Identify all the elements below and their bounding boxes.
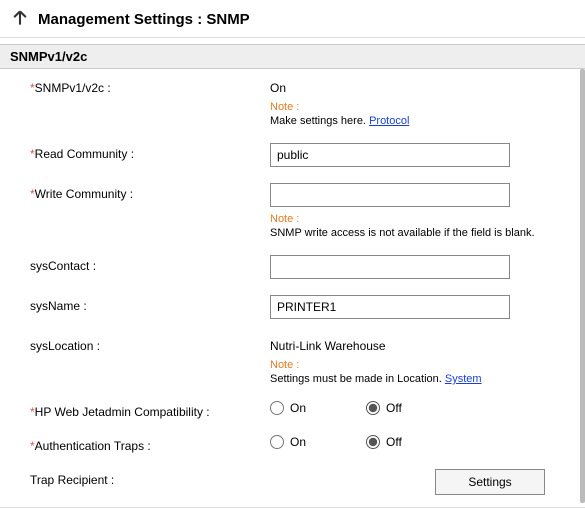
auth-traps-radio-group: On Off xyxy=(270,435,565,449)
hp-compat-on-option[interactable]: On xyxy=(270,401,306,415)
row-hp-compat: *HP Web Jetadmin Compatibility : On Off xyxy=(10,393,575,427)
row-auth-traps: *Authentication Traps : On Off xyxy=(10,427,575,461)
read-community-input[interactable] xyxy=(270,143,510,167)
label-hp-compat: *HP Web Jetadmin Compatibility : xyxy=(10,401,270,419)
label-sys-name: sysName : xyxy=(10,295,270,313)
row-sys-contact: sysContact : xyxy=(10,247,575,287)
row-sys-location: sysLocation : Nutri-Link Warehouse Note … xyxy=(10,327,575,393)
auth-traps-on-radio[interactable] xyxy=(270,435,284,449)
hp-compat-off-option[interactable]: Off xyxy=(366,401,402,415)
row-trap-recipient: Trap Recipient : Settings xyxy=(10,461,575,503)
section-title: SNMPv1/v2c xyxy=(0,44,585,69)
form-content: *SNMPv1/v2c : On Note : Make settings he… xyxy=(0,69,585,503)
system-link[interactable]: System xyxy=(445,373,482,385)
row-write-community: *Write Community : Note : SNMP write acc… xyxy=(10,175,575,247)
label-snmp: *SNMPv1/v2c : xyxy=(10,77,270,95)
auth-traps-on-option[interactable]: On xyxy=(270,435,306,449)
scrollbar[interactable] xyxy=(580,69,585,503)
sys-contact-input[interactable] xyxy=(270,255,510,279)
note-label-snmp: Note : xyxy=(270,101,565,113)
value-sys-location: Nutri-Link Warehouse xyxy=(270,335,386,353)
protocol-link[interactable]: Protocol xyxy=(369,115,409,127)
note-body-location: Settings must be made in Location. Syste… xyxy=(270,373,565,385)
row-snmp: *SNMPv1/v2c : On Note : Make settings he… xyxy=(10,69,575,135)
auth-traps-off-radio[interactable] xyxy=(366,435,380,449)
hp-compat-off-radio[interactable] xyxy=(366,401,380,415)
write-community-input[interactable] xyxy=(270,183,510,207)
label-sys-location: sysLocation : xyxy=(10,335,270,353)
row-sys-name: sysName : xyxy=(10,287,575,327)
value-snmp: On xyxy=(270,77,286,95)
label-trap-recipient: Trap Recipient : xyxy=(10,469,270,487)
note-body-write: SNMP write access is not available if th… xyxy=(270,227,565,239)
label-sys-contact: sysContact : xyxy=(10,255,270,273)
back-arrow-icon[interactable] xyxy=(10,8,38,31)
label-write-community: *Write Community : xyxy=(10,183,270,201)
note-body-snmp: Make settings here. Protocol xyxy=(270,115,565,127)
trap-settings-button[interactable]: Settings xyxy=(435,469,545,495)
row-read-community: *Read Community : xyxy=(10,135,575,175)
note-label-location: Note : xyxy=(270,359,565,371)
sys-name-input[interactable] xyxy=(270,295,510,319)
page-header: Management Settings : SNMP xyxy=(0,0,585,38)
label-auth-traps: *Authentication Traps : xyxy=(10,435,270,453)
hp-compat-on-radio[interactable] xyxy=(270,401,284,415)
label-read-community: *Read Community : xyxy=(10,143,270,161)
hp-compat-radio-group: On Off xyxy=(270,401,565,415)
auth-traps-off-option[interactable]: Off xyxy=(366,435,402,449)
note-label-write: Note : xyxy=(270,213,565,225)
page-title: Management Settings : SNMP xyxy=(38,11,250,28)
